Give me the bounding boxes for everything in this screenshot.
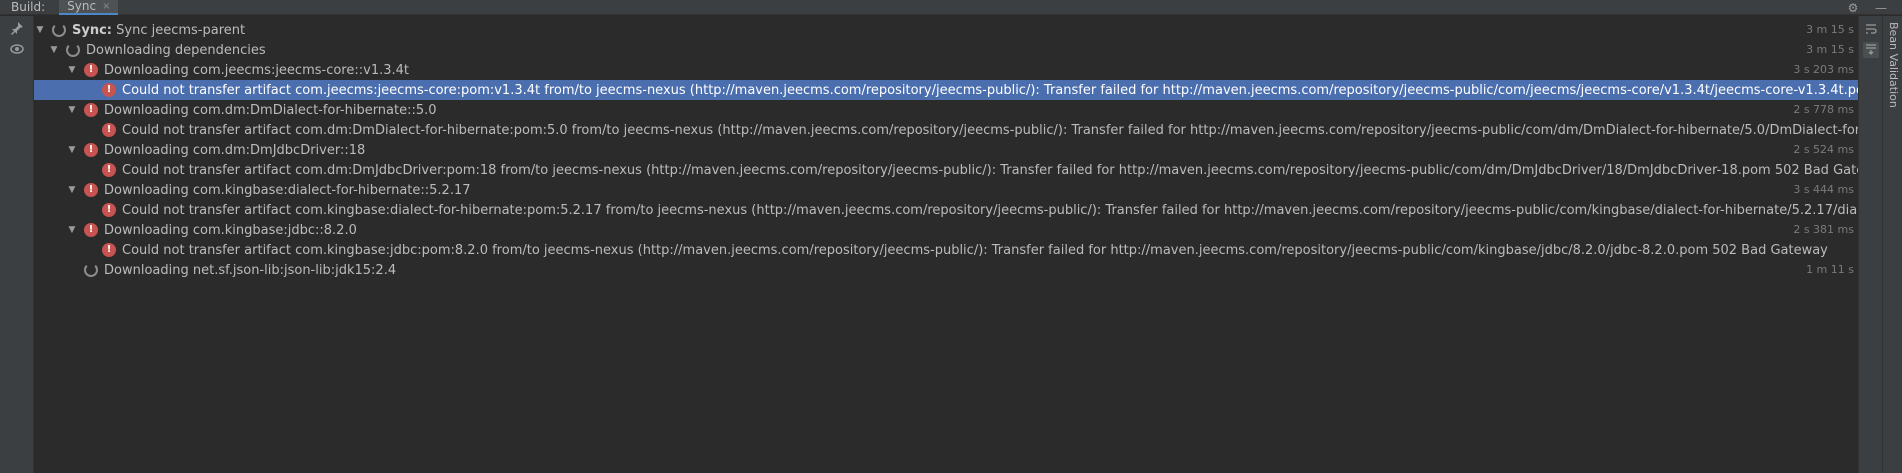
tree-row-download[interactable]: Downloading net.sf.json-lib:json-lib:jdk…: [34, 260, 1858, 280]
error-icon: !: [102, 83, 116, 97]
row-duration: 1 m 11 s: [1806, 263, 1854, 276]
error-icon: !: [84, 223, 98, 237]
tab-sync-label: Sync: [67, 0, 97, 13]
row-duration: 2 s 381 ms: [1793, 223, 1854, 236]
left-toolbar: [0, 16, 34, 473]
row-label: Downloading com.dm:DmJdbcDriver::18: [104, 142, 366, 158]
spinner-icon: [52, 23, 66, 37]
error-icon: !: [84, 143, 98, 157]
tree-row-error[interactable]: ! Could not transfer artifact com.jeecms…: [34, 80, 1858, 100]
tab-close-icon[interactable]: ×: [102, 1, 110, 12]
expand-arrow-icon[interactable]: ▼: [66, 60, 78, 80]
row-label: Could not transfer artifact com.dm:DmJdb…: [122, 162, 1858, 178]
bean-validation-label[interactable]: Bean Validation: [1887, 22, 1900, 108]
error-icon: !: [102, 123, 116, 137]
row-label-bold: Sync:: [72, 22, 112, 38]
row-duration: 3 m 15 s: [1806, 23, 1854, 36]
row-label: Downloading dependencies: [86, 42, 266, 58]
tree-row-error[interactable]: ! Could not transfer artifact com.dm:DmD…: [34, 120, 1858, 140]
row-label: Could not transfer artifact com.kingbase…: [122, 242, 1828, 258]
spinner-icon: [84, 263, 98, 277]
row-duration: 3 s 203 ms: [1793, 63, 1854, 76]
row-label: Sync jeecms-parent: [112, 22, 246, 38]
expand-arrow-icon[interactable]: ▼: [66, 140, 78, 160]
expand-arrow-icon[interactable]: ▼: [34, 20, 46, 40]
tree-row-download[interactable]: ▼ ! Downloading com.dm:DmJdbcDriver::18 …: [34, 140, 1858, 160]
error-icon: !: [84, 63, 98, 77]
tree-row-error[interactable]: ! Could not transfer artifact com.kingba…: [34, 240, 1858, 260]
error-icon: !: [102, 163, 116, 177]
tree-row-download[interactable]: ▼ ! Downloading com.dm:DmDialect-for-hib…: [34, 100, 1858, 120]
sync-tree[interactable]: ▼ Sync: Sync jeecms-parent 3 m 15 s ▼ Do…: [34, 20, 1858, 473]
spinner-icon: [66, 43, 80, 57]
eye-icon[interactable]: [9, 42, 25, 58]
expand-arrow-icon[interactable]: ▼: [66, 180, 78, 200]
row-label: Could not transfer artifact com.dm:DmDia…: [122, 122, 1858, 138]
row-label: Could not transfer artifact com.kingbase…: [122, 202, 1858, 218]
row-label: Downloading com.kingbase:jdbc::8.2.0: [104, 222, 357, 238]
row-duration: 2 s 778 ms: [1793, 103, 1854, 116]
row-duration: 3 s 444 ms: [1793, 183, 1854, 196]
tree-row-download[interactable]: ▼ ! Downloading com.jeecms:jeecms-core::…: [34, 60, 1858, 80]
pin-icon[interactable]: [9, 21, 25, 37]
expand-arrow-icon[interactable]: ▼: [48, 40, 60, 60]
row-duration: 3 m 15 s: [1806, 43, 1854, 56]
soft-wrap-icon[interactable]: [1863, 22, 1879, 38]
error-icon: !: [84, 183, 98, 197]
tree-row-download[interactable]: ▼ ! Downloading com.kingbase:dialect-for…: [34, 180, 1858, 200]
tree-row-download[interactable]: ▼ ! Downloading com.kingbase:jdbc::8.2.0…: [34, 220, 1858, 240]
build-tool-window: Build: Sync × ⚙ — ▼ Sync: Sync jeecms-pa…: [0, 0, 1902, 473]
row-label: Downloading net.sf.json-lib:json-lib:jdk…: [104, 262, 397, 278]
row-duration: 2 s 524 ms: [1793, 143, 1854, 156]
row-label: Downloading com.kingbase:dialect-for-hib…: [104, 182, 471, 198]
tree-row-error[interactable]: ! Could not transfer artifact com.dm:DmJ…: [34, 160, 1858, 180]
tree-row-downloading-dependencies[interactable]: ▼ Downloading dependencies 3 m 15 s: [34, 40, 1858, 60]
error-icon: !: [102, 243, 116, 257]
bean-validation-stripe[interactable]: Bean Validation: [1882, 16, 1902, 473]
expand-arrow-icon[interactable]: ▼: [66, 100, 78, 120]
error-icon: !: [102, 203, 116, 217]
tree-row-error[interactable]: ! Could not transfer artifact com.kingba…: [34, 200, 1858, 220]
minimize-icon[interactable]: —: [1874, 1, 1888, 15]
expand-arrow-icon[interactable]: ▼: [66, 220, 78, 240]
build-header: Build: Sync × ⚙ —: [0, 0, 1902, 15]
build-label: Build:: [11, 0, 46, 14]
tree-row-sync[interactable]: ▼ Sync: Sync jeecms-parent 3 m 15 s: [34, 20, 1858, 40]
right-toolbar: [1858, 16, 1882, 473]
row-label: Could not transfer artifact com.jeecms:j…: [122, 82, 1858, 98]
error-icon: !: [84, 103, 98, 117]
gear-icon[interactable]: ⚙: [1846, 1, 1860, 15]
row-label: Downloading com.dm:DmDialect-for-hiberna…: [104, 102, 437, 118]
scroll-to-end-icon[interactable]: [1863, 42, 1879, 58]
row-label: Downloading com.jeecms:jeecms-core::v1.3…: [104, 62, 409, 78]
right-panel: Bean Validation: [1858, 16, 1902, 473]
tab-sync[interactable]: Sync ×: [59, 0, 119, 15]
